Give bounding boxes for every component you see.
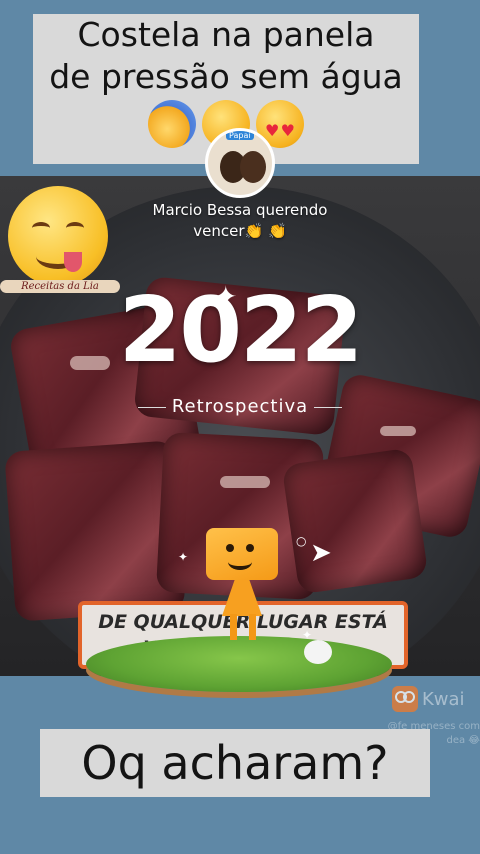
grass-island-image bbox=[86, 636, 392, 692]
sparkle-icon: ✦ bbox=[302, 628, 313, 642]
mascot-legs bbox=[230, 614, 256, 640]
retrospective-label: Retrospectiva bbox=[0, 396, 480, 417]
top-caption-line-1: Costela na panela bbox=[77, 15, 375, 54]
profile-avatar[interactable]: Papai bbox=[205, 128, 275, 198]
retrospective-text: Retrospectiva bbox=[171, 396, 309, 417]
top-caption-line-2: de pressão sem água bbox=[49, 57, 403, 96]
sparkle-icon: ✦ bbox=[214, 280, 238, 313]
kwai-watermark: Kwai bbox=[392, 686, 465, 712]
divider-right bbox=[314, 406, 343, 408]
kwai-brand-text: Kwai bbox=[422, 688, 465, 710]
user-name-text: Marcio Bessa querendo vencer bbox=[152, 201, 328, 240]
avatar-person-icon bbox=[240, 151, 266, 183]
clap-emoji-icon: 👏 👏 bbox=[244, 222, 287, 240]
sparkle-icon: ○ bbox=[296, 534, 307, 548]
fat-streak bbox=[220, 476, 270, 488]
sparkle-icon: ✦ bbox=[178, 550, 189, 564]
mascot-head-icon[interactable] bbox=[206, 528, 278, 580]
paper-plane-icon: ➤ bbox=[310, 538, 332, 568]
bird-icon bbox=[304, 640, 332, 664]
fat-streak bbox=[380, 426, 416, 436]
avatar-badge: Papai bbox=[226, 131, 254, 140]
meat-piece bbox=[281, 447, 429, 595]
user-name[interactable]: Marcio Bessa querendo vencer👏 👏 bbox=[130, 200, 350, 242]
bottom-caption: Oq acharam? bbox=[40, 729, 430, 797]
year-title: 2022 bbox=[118, 278, 364, 383]
scream-emoji-icon bbox=[148, 100, 196, 148]
kwai-logo-icon bbox=[392, 686, 418, 712]
recipe-logo-smiley-icon bbox=[8, 186, 108, 286]
divider-left bbox=[137, 406, 166, 408]
